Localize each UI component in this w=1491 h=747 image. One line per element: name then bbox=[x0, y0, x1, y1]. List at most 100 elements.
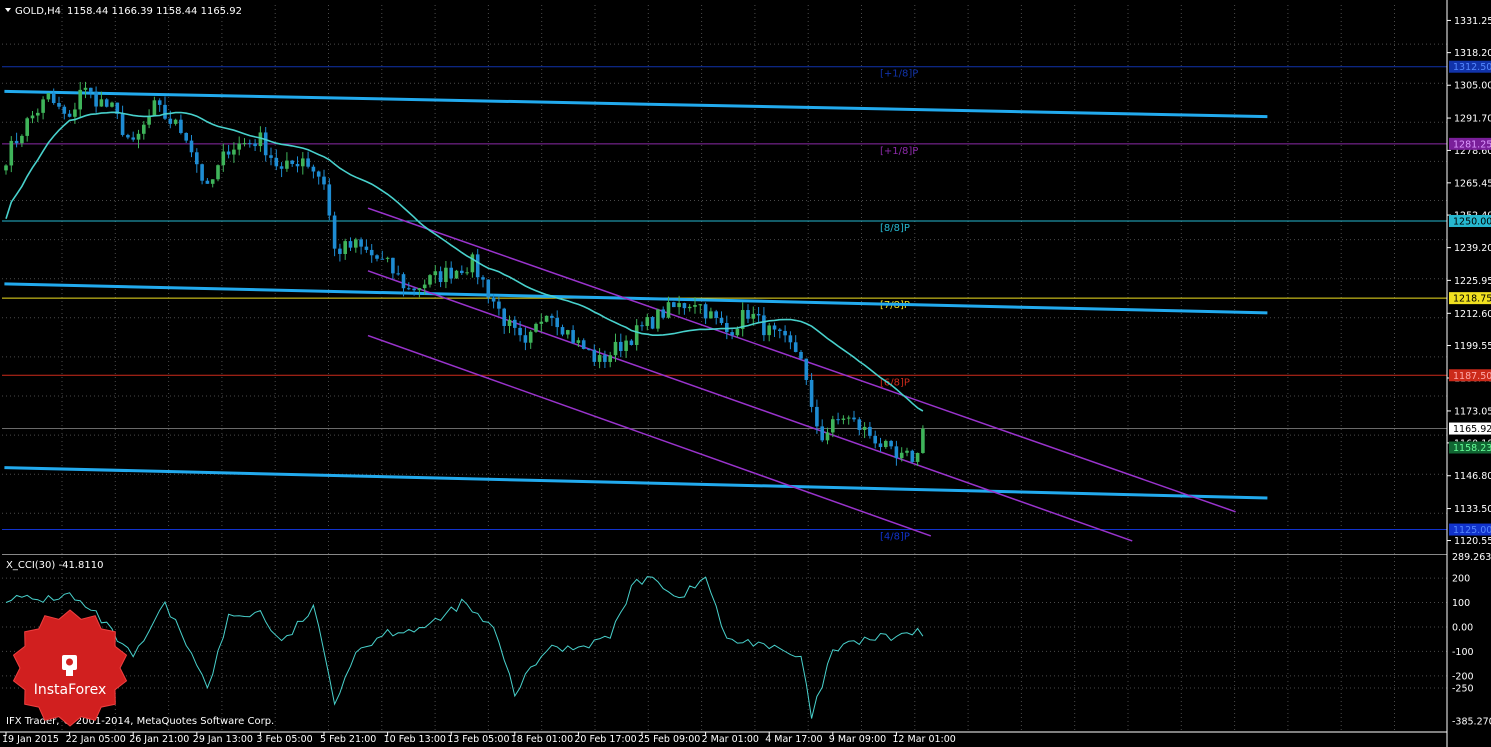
candle-body bbox=[78, 89, 82, 110]
candle-body bbox=[258, 132, 263, 147]
candle-body bbox=[242, 143, 247, 145]
cci-tick-label: -250 bbox=[1452, 684, 1474, 695]
candle-body bbox=[767, 325, 771, 336]
ohlc-label: 1158.44 1166.39 1158.44 1165.92 bbox=[67, 6, 242, 17]
candle-body bbox=[62, 106, 67, 114]
candle-body bbox=[884, 440, 888, 448]
candle-body bbox=[327, 184, 332, 216]
candle-body bbox=[905, 450, 909, 453]
candle-body bbox=[873, 435, 877, 444]
candle-body bbox=[709, 311, 713, 319]
candle-body bbox=[746, 310, 750, 319]
price-badge-label: 1165.92 bbox=[1453, 424, 1491, 435]
candle-body bbox=[862, 426, 867, 430]
candle-body bbox=[279, 166, 284, 169]
candle-body bbox=[899, 452, 904, 459]
candle-body bbox=[889, 440, 893, 447]
candle-body bbox=[348, 241, 353, 248]
candle-body bbox=[354, 239, 358, 248]
candle-body bbox=[20, 135, 24, 144]
candle-body bbox=[735, 328, 740, 336]
candle-body bbox=[36, 112, 40, 116]
candle-body bbox=[560, 327, 565, 335]
candle-body bbox=[428, 275, 432, 285]
candle-body bbox=[120, 113, 125, 135]
candle-body bbox=[640, 325, 644, 327]
logo-text: InstaForex bbox=[34, 682, 107, 698]
candle-body bbox=[412, 288, 416, 291]
candle-body bbox=[4, 165, 8, 171]
x-tick-label: 5 Feb 21:00 bbox=[320, 734, 376, 745]
cci-tick-label: -385.2709 bbox=[1452, 717, 1491, 728]
candle-body bbox=[719, 317, 724, 324]
candle-body bbox=[263, 132, 268, 156]
candle-body bbox=[868, 426, 872, 436]
candle-body bbox=[205, 180, 210, 184]
price-badge-label: 1250.00 bbox=[1453, 216, 1491, 227]
candle-body bbox=[613, 341, 618, 356]
candle-body bbox=[634, 325, 639, 345]
candle-body bbox=[9, 140, 14, 166]
candle-body bbox=[30, 115, 35, 119]
candle-body bbox=[301, 158, 305, 167]
cci-tick-label: 100 bbox=[1452, 598, 1470, 609]
candle-body bbox=[497, 301, 501, 309]
candle-body bbox=[788, 335, 793, 343]
candle-body bbox=[624, 340, 628, 352]
symbol-header[interactable]: GOLD,H4 1158.44 1166.39 1158.44 1165.92 bbox=[5, 6, 242, 17]
x-tick-label: 13 Feb 05:00 bbox=[447, 734, 509, 745]
candle-body bbox=[126, 134, 130, 138]
y-tick-label: 1331.25 bbox=[1454, 16, 1491, 27]
candle-body bbox=[831, 419, 835, 433]
candle-body bbox=[693, 305, 697, 307]
x-tick-label: 22 Jan 05:00 bbox=[66, 734, 126, 745]
candle-body bbox=[857, 419, 862, 430]
candle-body bbox=[528, 331, 533, 343]
cci-tick-label: 200 bbox=[1452, 574, 1470, 585]
candle-body bbox=[433, 271, 438, 276]
candle-body bbox=[756, 314, 761, 316]
candle-body bbox=[46, 93, 51, 100]
candle-body bbox=[173, 119, 178, 124]
candle-body bbox=[94, 91, 98, 107]
candle-body bbox=[841, 418, 846, 420]
x-tick-label: 10 Feb 13:00 bbox=[384, 734, 446, 745]
y-tick-label: 1265.45 bbox=[1454, 178, 1491, 189]
candle-body bbox=[41, 99, 45, 113]
candle-body bbox=[99, 99, 104, 107]
candle-body bbox=[14, 140, 19, 144]
candle-body bbox=[51, 93, 56, 103]
candle-body bbox=[110, 102, 114, 107]
x-tick-label: 2 Mar 01:00 bbox=[702, 734, 759, 745]
cci-tick-label: 0.00 bbox=[1452, 622, 1473, 633]
price-chart[interactable]: [+1/8]P[+1/8]P[8/8]P[7/8]P[6/8]P[4/8]P 1… bbox=[0, 0, 1491, 747]
y-tick-label: 1291.70 bbox=[1454, 114, 1491, 125]
y-tick-label: 1120.55 bbox=[1454, 536, 1491, 547]
candle-body bbox=[804, 358, 809, 380]
candle-body bbox=[597, 355, 602, 362]
candle-body bbox=[581, 340, 586, 349]
candle-body bbox=[550, 315, 554, 318]
candle-body bbox=[513, 319, 517, 328]
candle-body bbox=[195, 152, 199, 165]
cci-tick-label: -200 bbox=[1452, 671, 1474, 682]
candle-body bbox=[449, 267, 453, 279]
candle-body bbox=[921, 428, 925, 453]
x-tick-label: 12 Mar 01:00 bbox=[892, 734, 955, 745]
candle-body bbox=[571, 330, 575, 343]
candle-body bbox=[163, 104, 167, 119]
candle-body bbox=[619, 341, 623, 352]
candle-body bbox=[915, 452, 920, 462]
y-tick-label: 1239.20 bbox=[1454, 243, 1491, 254]
candle-body bbox=[189, 140, 194, 153]
candle-body bbox=[332, 215, 337, 249]
price-badge-label: 1218.75 bbox=[1453, 294, 1491, 305]
candle-body bbox=[322, 176, 326, 185]
candle-body bbox=[544, 315, 549, 322]
candle-body bbox=[306, 158, 310, 167]
candle-body bbox=[375, 255, 379, 259]
candle-body bbox=[380, 258, 385, 260]
murrey-level-label: [+1/8]P bbox=[880, 146, 918, 157]
y-tick-label: 1173.05 bbox=[1454, 406, 1491, 417]
x-tick-label: 25 Feb 09:00 bbox=[638, 734, 700, 745]
